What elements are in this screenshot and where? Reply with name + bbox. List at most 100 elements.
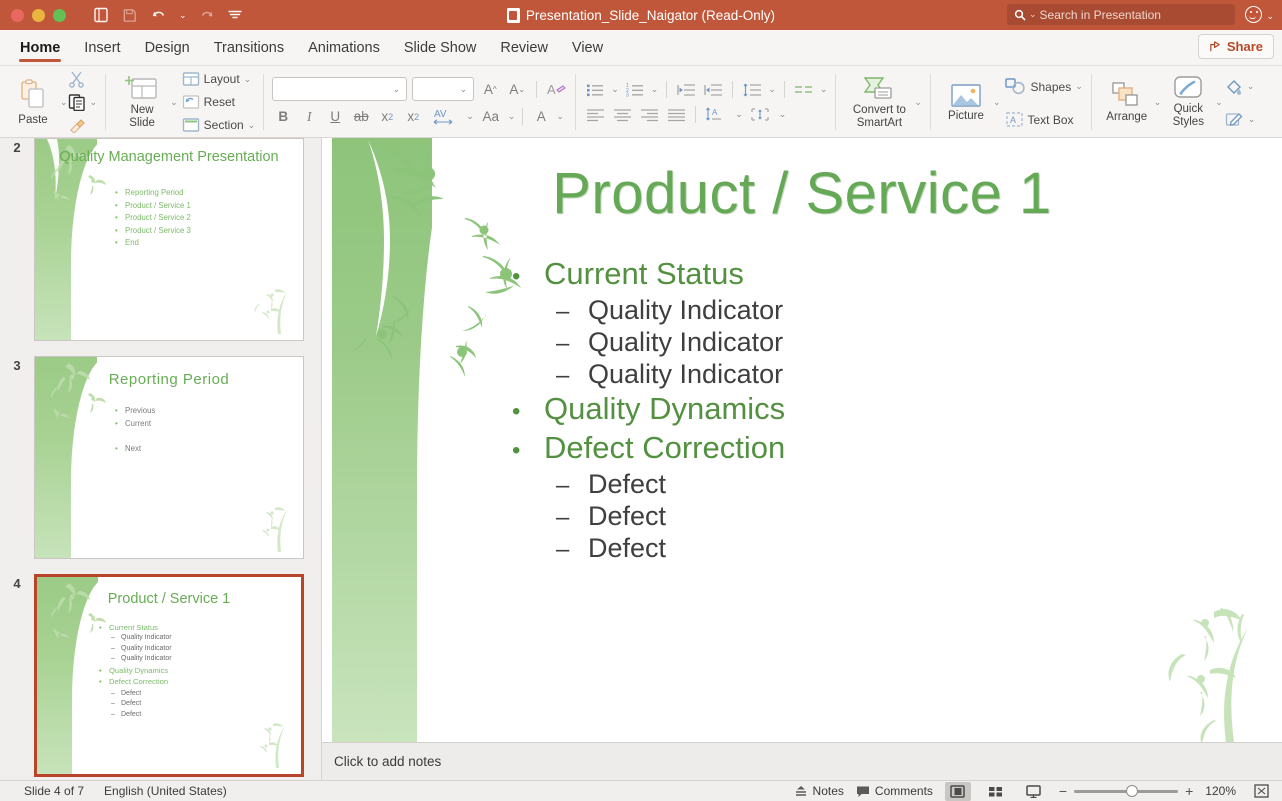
shape-fill-button[interactable]: ⌄ [1225, 70, 1256, 104]
thumbnail-frame-4[interactable]: Product / Service 1 • Current Status – Qua… [34, 574, 304, 777]
quick-styles-button[interactable]: Quick Styles [1161, 68, 1215, 136]
change-case-button[interactable]: Aa [478, 106, 504, 127]
tab-insert[interactable]: Insert [72, 30, 132, 66]
paste-button[interactable]: Paste [6, 68, 60, 136]
slide-thumbnail-pane[interactable]: 2 Quality Management Presentation • Repo… [0, 138, 322, 780]
shape-format-dropdown-icon[interactable]: ⌄ [1248, 114, 1256, 125]
zoom-track[interactable] [1074, 785, 1179, 797]
picture-button[interactable]: Picture [939, 68, 993, 136]
align-center-button[interactable] [611, 105, 633, 125]
slide-body-content[interactable]: • Current Status – Quality Indicator – Qual… [512, 256, 1262, 565]
decrease-indent-button[interactable] [675, 80, 697, 100]
language-indicator[interactable]: English (United States) [104, 784, 227, 798]
columns-button[interactable] [793, 80, 815, 100]
tab-slide-show[interactable]: Slide Show [392, 30, 489, 66]
tab-animations[interactable]: Animations [296, 30, 392, 66]
slide-sorter-view-button[interactable] [983, 782, 1009, 801]
shape-format-button[interactable]: ⌄ [1225, 105, 1256, 135]
shape-fill-dropdown-icon[interactable]: ⌄ [1247, 81, 1255, 92]
thumbnail-frame-2[interactable]: Quality Management Presentation • Reporti… [34, 138, 304, 341]
character-spacing-button[interactable]: AV [428, 106, 462, 127]
slide-canvas-main[interactable]: Product / Service 1 • Current Status – Qua… [322, 138, 1282, 742]
reset-button[interactable]: Reset [182, 91, 256, 113]
bold-button[interactable]: B [272, 106, 294, 127]
smartart-dropdown-icon[interactable]: ⌄ [914, 97, 922, 108]
maximize-button[interactable] [53, 8, 66, 22]
section-dropdown-icon[interactable]: ⌄ [248, 120, 256, 131]
align-left-button[interactable] [584, 105, 606, 125]
feedback-smiley-icon[interactable] [1245, 6, 1262, 23]
layout-button[interactable]: Layout ⌄ [182, 68, 256, 90]
minimize-button[interactable] [32, 8, 45, 22]
font-size-select[interactable]: ⌄ [412, 77, 475, 101]
presentation-view-icon[interactable] [93, 7, 109, 23]
zoom-in-button[interactable]: + [1185, 783, 1193, 799]
numbered-list-dropdown-icon[interactable]: ⌄ [651, 84, 659, 95]
paste-dropdown-icon[interactable]: ⌄ [60, 97, 68, 108]
copy-dropdown-icon[interactable]: ⌄ [90, 97, 98, 108]
convert-to-smartart-button[interactable]: Convert to SmartArt [844, 68, 914, 136]
share-button[interactable]: Share [1197, 34, 1274, 59]
font-color-dropdown-icon[interactable]: ⌄ [556, 111, 564, 122]
picture-dropdown-icon[interactable]: ⌄ [993, 97, 1001, 108]
slide-show-view-button[interactable] [1021, 782, 1047, 801]
tab-transitions[interactable]: Transitions [202, 30, 296, 66]
notes-pane[interactable]: Click to add notes [322, 742, 1282, 780]
cut-button[interactable] [68, 68, 98, 90]
layout-dropdown-icon[interactable]: ⌄ [244, 74, 252, 85]
columns-dropdown-icon[interactable]: ⌄ [820, 84, 828, 95]
text-box-button[interactable]: A Text Box [1005, 105, 1083, 135]
redo-icon[interactable] [200, 8, 215, 22]
new-slide-dropdown-icon[interactable]: ⌄ [170, 97, 178, 108]
search-input[interactable]: ⌄ Search in Presentation [1007, 4, 1235, 25]
undo-dropdown-icon[interactable]: ⌄ [179, 10, 187, 21]
shapes-dropdown-icon[interactable]: ⌄ [1075, 81, 1083, 92]
line-spacing-button[interactable] [741, 80, 763, 100]
section-button[interactable]: Section ⌄ [182, 114, 256, 136]
subscript-button[interactable]: x2 [402, 106, 424, 127]
notes-button[interactable]: Notes [794, 784, 844, 798]
arrange-button[interactable]: Arrange [1100, 68, 1154, 136]
zoom-knob[interactable] [1126, 785, 1139, 797]
increase-font-size-button[interactable]: A ^ [479, 79, 501, 100]
tab-view[interactable]: View [560, 30, 615, 66]
tab-home[interactable]: Home [8, 30, 72, 66]
font-color-button[interactable]: A [530, 106, 552, 127]
justify-button[interactable] [665, 105, 687, 125]
bulleted-list-dropdown-icon[interactable]: ⌄ [611, 84, 619, 95]
text-direction-dropdown-icon[interactable]: ⌄ [735, 109, 743, 120]
numbered-list-button[interactable]: 123 [624, 80, 646, 100]
thumbnail-slide-4[interactable]: 4 Product / Service 1 • Current Status –… [0, 574, 321, 777]
arrange-dropdown-icon[interactable]: ⌄ [1154, 97, 1162, 108]
line-spacing-dropdown-icon[interactable]: ⌄ [768, 84, 776, 95]
zoom-slider[interactable]: − + [1059, 783, 1193, 799]
close-button[interactable] [11, 8, 24, 22]
bulleted-list-button[interactable] [584, 80, 606, 100]
comments-button[interactable]: Comments [856, 784, 933, 798]
tab-design[interactable]: Design [133, 30, 202, 66]
thumbnail-frame-3[interactable]: Reporting Period • Previous • Current • Nex… [34, 356, 304, 559]
thumbnail-slide-3[interactable]: 3 Reporting Period • Previous • Current … [0, 356, 321, 559]
align-text-dropdown-icon[interactable]: ⌄ [779, 109, 787, 120]
customize-toolbar-icon[interactable] [227, 10, 242, 20]
new-slide-button[interactable]: New Slide [114, 68, 170, 136]
change-case-dropdown-icon[interactable]: ⌄ [508, 111, 516, 122]
window-controls[interactable] [11, 8, 66, 22]
underline-button[interactable]: U [324, 106, 346, 127]
italic-button[interactable]: I [298, 106, 320, 127]
normal-view-button[interactable] [944, 781, 971, 801]
zoom-out-button[interactable]: − [1059, 783, 1067, 799]
clear-formatting-button[interactable]: A [545, 79, 567, 100]
font-name-select[interactable]: ⌄ [272, 77, 408, 101]
undo-icon[interactable] [150, 8, 166, 22]
align-right-button[interactable] [638, 105, 660, 125]
tab-review[interactable]: Review [488, 30, 560, 66]
superscript-button[interactable]: x2 [376, 106, 398, 127]
character-spacing-dropdown-icon[interactable]: ⌄ [466, 111, 474, 122]
strikethrough-button[interactable]: ab [350, 106, 372, 127]
titlebar-overflow-icon[interactable]: ⌄ [1266, 11, 1274, 22]
fit-to-window-button[interactable] [1248, 782, 1274, 801]
thumbnail-slide-2[interactable]: 2 Quality Management Presentation • Repo… [0, 138, 321, 341]
shapes-button[interactable]: Shapes ⌄ [1004, 70, 1083, 104]
text-direction-button[interactable]: A [704, 105, 730, 125]
